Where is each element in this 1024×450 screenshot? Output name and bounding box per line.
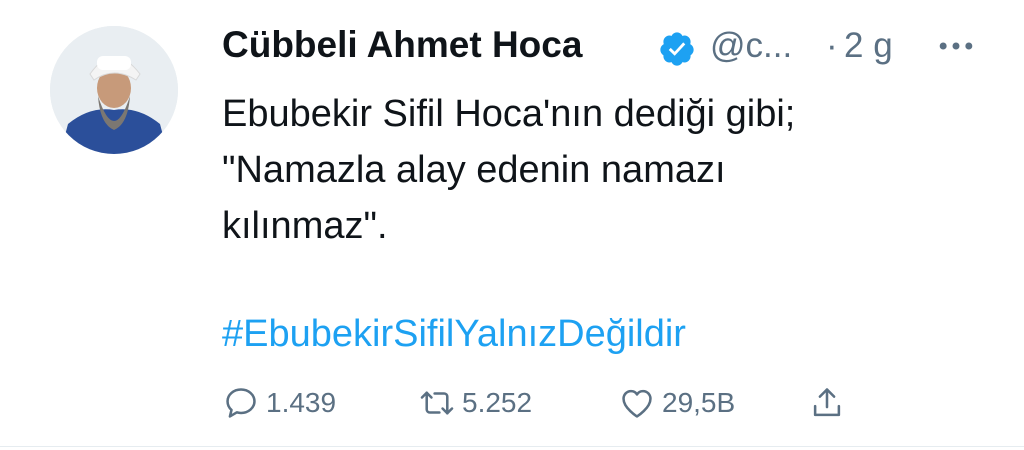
verified-badge-icon	[660, 32, 694, 66]
like-button[interactable]: 29,5B	[618, 378, 735, 428]
user-display-name[interactable]: Cübbeli Ahmet Hoca	[222, 24, 582, 66]
tweet[interactable]: Cübbeli Ahmet Hoca @c... · 2 g Ebubekir …	[0, 0, 1024, 450]
retweet-button[interactable]: 5.252	[418, 378, 532, 428]
tweet-header: Cübbeli Ahmet Hoca @c... · 2 g	[222, 20, 1002, 72]
reply-count: 1.439	[266, 387, 337, 418]
avatar[interactable]	[50, 26, 178, 154]
retweet-count: 5.252	[462, 387, 533, 418]
tweet-text: Ebubekir Sifil Hoca'nın dediği gibi; "Na…	[222, 86, 982, 254]
heart-icon	[622, 389, 652, 418]
tweet-actions: 1.439 5.252 29,5B	[222, 378, 982, 428]
retweet-icon	[420, 391, 454, 415]
hashtag-link[interactable]: #EbubekirSifilYalnızDeğildir	[222, 306, 686, 362]
tweet-text-line: Ebubekir Sifil Hoca'nın dediği gibi;	[222, 93, 796, 135]
divider	[0, 446, 1024, 447]
tweet-timestamp[interactable]: 2 g	[844, 26, 893, 66]
tweet-text-line: kılınmaz".	[222, 205, 388, 247]
like-count: 29,5B	[662, 387, 736, 418]
share-button[interactable]	[808, 378, 846, 428]
time-separator: ·	[826, 26, 838, 65]
user-handle[interactable]: @c...	[710, 26, 792, 66]
reply-icon	[226, 388, 256, 418]
share-icon	[813, 388, 841, 417]
tweet-text-line: "Namazla alay edenin namazı	[222, 149, 726, 191]
avatar-image	[50, 26, 178, 154]
reply-button[interactable]: 1.439	[222, 378, 336, 428]
more-options-icon[interactable]	[934, 24, 978, 68]
